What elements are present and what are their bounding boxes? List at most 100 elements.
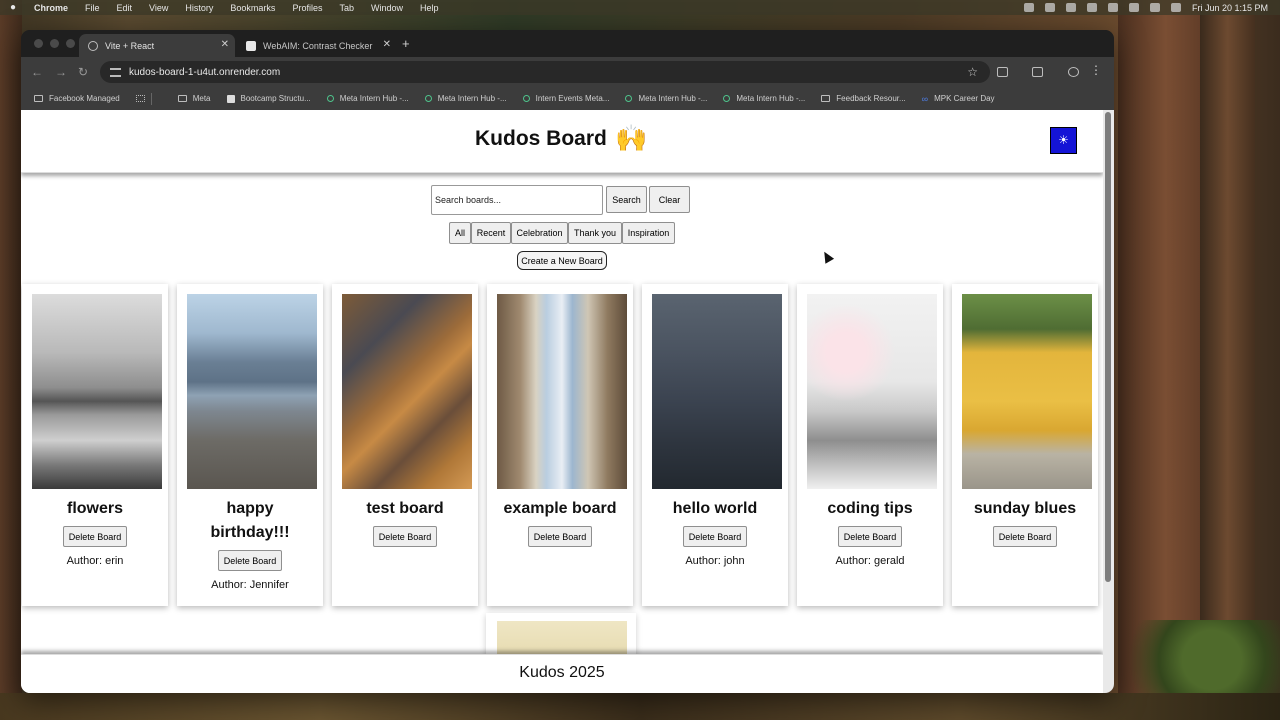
- globe-icon: [522, 95, 530, 102]
- board-author: Author: erin: [66, 555, 124, 567]
- address-bar[interactable]: kudos-board-1-u4ut.onrender.com ☆: [100, 61, 990, 83]
- siri-icon[interactable]: [1170, 3, 1181, 12]
- bookmark-intern-events[interactable]: Intern Events Meta...: [522, 94, 610, 103]
- bookmark-folder-feedback[interactable]: Feedback Resour...: [821, 94, 906, 103]
- delete-board-button[interactable]: Delete Board: [218, 550, 282, 571]
- vpn-status-icon[interactable]: [1044, 3, 1055, 12]
- battery-icon[interactable]: [1086, 3, 1097, 12]
- menu-view[interactable]: View: [149, 3, 168, 13]
- menu-history[interactable]: History: [185, 3, 213, 13]
- board-image[interactable]: [497, 621, 627, 658]
- filter-recent-button[interactable]: Recent: [471, 222, 511, 244]
- bookmark-mpk-career-day[interactable]: ∞ MPK Career Day: [922, 94, 995, 103]
- clear-button[interactable]: Clear: [649, 186, 690, 213]
- chrome-menu-icon[interactable]: ⋮: [1090, 63, 1102, 77]
- menu-window[interactable]: Window: [371, 3, 403, 13]
- close-tab-icon[interactable]: ✕: [383, 39, 391, 50]
- delete-board-button[interactable]: Delete Board: [838, 526, 902, 547]
- menu-profiles[interactable]: Profiles: [292, 3, 322, 13]
- menubar-clock[interactable]: Fri Jun 20 1:15 PM: [1192, 3, 1268, 13]
- apps-shortcut[interactable]: [135, 92, 162, 105]
- board-card[interactable]: happy birthday!!! Delete Board Author: J…: [177, 284, 323, 606]
- menu-bookmarks[interactable]: Bookmarks: [230, 3, 275, 13]
- bookmark-star-icon[interactable]: ☆: [967, 65, 978, 79]
- menu-app-name[interactable]: Chrome: [34, 3, 68, 13]
- board-card[interactable]: hello world Delete Board Author: john: [642, 284, 788, 606]
- tab-vite-react[interactable]: Vite + React ✕: [79, 34, 235, 57]
- globe-icon: [424, 95, 432, 102]
- bookmark-label: Intern Events Meta...: [535, 94, 610, 103]
- board-image[interactable]: [962, 294, 1092, 489]
- url-text[interactable]: kudos-board-1-u4ut.onrender.com: [129, 67, 280, 78]
- menu-tab[interactable]: Tab: [339, 3, 354, 13]
- reload-icon[interactable]: ↻: [78, 65, 88, 79]
- site-settings-icon[interactable]: [110, 67, 121, 77]
- board-card[interactable]: test board Delete Board: [332, 284, 478, 606]
- folder-icon: [34, 95, 43, 102]
- menu-help[interactable]: Help: [420, 3, 439, 13]
- search-input[interactable]: [431, 185, 603, 215]
- board-image[interactable]: [652, 294, 782, 489]
- wifi-icon[interactable]: [1107, 3, 1118, 12]
- side-panel-icon[interactable]: [1032, 67, 1043, 77]
- bookmark-intern-hub-2[interactable]: Meta Intern Hub -...: [424, 94, 507, 103]
- board-card[interactable]: sunday blues Delete Board: [952, 284, 1098, 606]
- delete-board-button[interactable]: Delete Board: [528, 526, 592, 547]
- apple-icon[interactable]: ●: [10, 2, 20, 13]
- theme-toggle-button[interactable]: ☀: [1050, 127, 1077, 154]
- board-card[interactable]: coding tips Delete Board Author: gerald: [797, 284, 943, 606]
- control-center-icon[interactable]: [1149, 3, 1160, 12]
- board-card[interactable]: flowers Delete Board Author: erin: [22, 284, 168, 606]
- board-card[interactable]: example board Delete Board: [487, 284, 633, 606]
- new-tab-icon[interactable]: +: [402, 36, 410, 51]
- tab-contrast-checker[interactable]: WebAIM: Contrast Checker ✕: [237, 34, 397, 57]
- bookmark-intern-hub-1[interactable]: Meta Intern Hub -...: [326, 94, 409, 103]
- raising-hands-icon: 🙌: [615, 123, 648, 153]
- tab-label: WebAIM: Contrast Checker: [263, 40, 373, 51]
- board-image[interactable]: [32, 294, 162, 489]
- search-button[interactable]: Search: [606, 186, 647, 213]
- screen-record-icon[interactable]: [1065, 3, 1076, 12]
- forward-arrow-icon[interactable]: →: [55, 65, 67, 79]
- bookmark-intern-hub-4[interactable]: Meta Intern Hub -...: [723, 94, 805, 103]
- meta-logo-icon: ∞: [921, 93, 929, 104]
- maximize-window-icon[interactable]: [66, 39, 75, 48]
- filter-celebration-button[interactable]: Celebration: [511, 222, 568, 244]
- close-window-icon[interactable]: [34, 39, 43, 48]
- delete-board-button[interactable]: Delete Board: [63, 526, 127, 547]
- facebook-status-icon[interactable]: [1023, 3, 1034, 12]
- sun-icon: ☀: [1058, 133, 1069, 147]
- apps-grid-icon: [135, 95, 145, 102]
- macos-menubar: ● Chrome File Edit View History Bookmark…: [0, 0, 1280, 15]
- bookmark-intern-hub-3[interactable]: Meta Intern Hub -...: [625, 94, 707, 103]
- board-image[interactable]: [187, 294, 317, 489]
- filter-inspiration-button[interactable]: Inspiration: [622, 222, 675, 244]
- filter-all-button[interactable]: All: [449, 222, 471, 244]
- menu-edit[interactable]: Edit: [117, 3, 133, 13]
- minimize-window-icon[interactable]: [50, 39, 59, 48]
- menu-file[interactable]: File: [85, 3, 100, 13]
- delete-board-button[interactable]: Delete Board: [683, 526, 747, 547]
- board-image[interactable]: [807, 294, 937, 489]
- bookmark-folder-facebook-managed[interactable]: Facebook Managed: [34, 94, 120, 103]
- delete-board-button[interactable]: Delete Board: [373, 526, 437, 547]
- board-image[interactable]: [342, 294, 472, 489]
- bookmark-folder-meta[interactable]: Meta: [177, 94, 211, 103]
- back-arrow-icon[interactable]: ←: [31, 65, 43, 79]
- close-tab-icon[interactable]: ✕: [221, 39, 229, 50]
- scrollbar-thumb[interactable]: [1105, 112, 1111, 582]
- create-board-button[interactable]: Create a New Board: [517, 251, 607, 270]
- extensions-icon[interactable]: [997, 67, 1008, 77]
- board-image[interactable]: [497, 294, 627, 489]
- spotlight-search-icon[interactable]: [1128, 3, 1139, 12]
- board-card-partial[interactable]: [486, 613, 636, 658]
- filter-thank-you-button[interactable]: Thank you: [568, 222, 622, 244]
- footer-text: Kudos 2025: [519, 664, 605, 681]
- desktop-wallpaper-left: [0, 0, 22, 720]
- bookmark-bootcamp[interactable]: Bootcamp Structu...: [226, 94, 311, 103]
- board-author: Author: gerald: [835, 555, 905, 567]
- profile-icon[interactable]: [1068, 67, 1079, 77]
- page-scrollbar[interactable]: [1103, 110, 1114, 693]
- board-title: sunday blues: [973, 500, 1077, 517]
- delete-board-button[interactable]: Delete Board: [993, 526, 1057, 547]
